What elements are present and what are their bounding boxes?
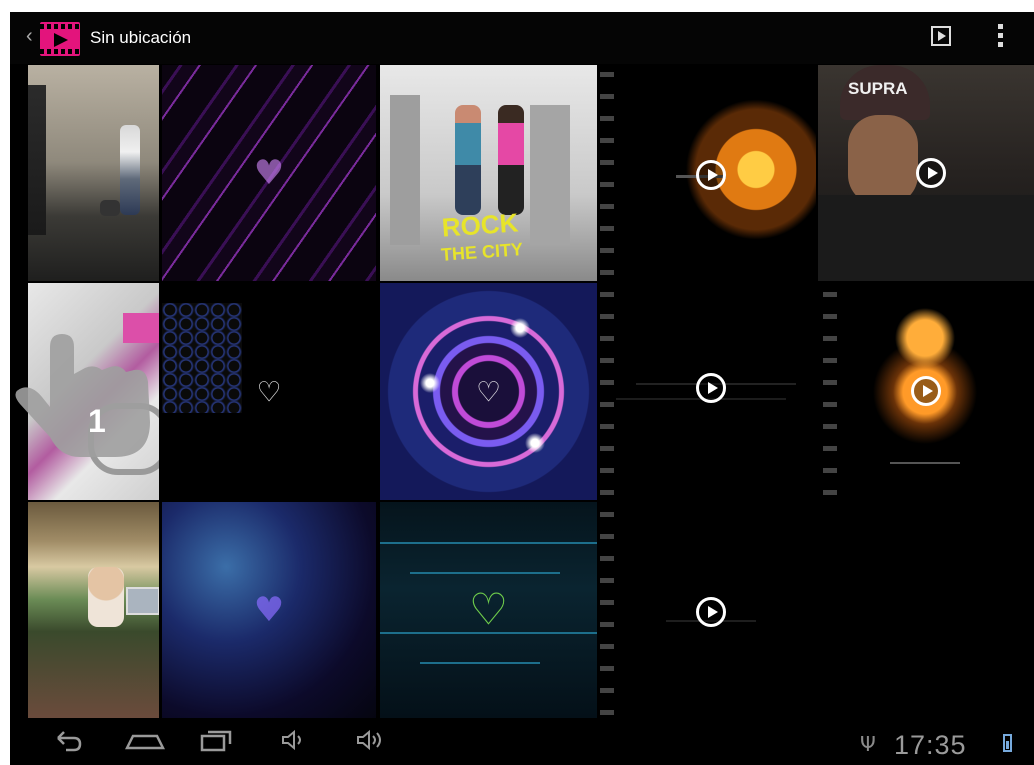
chevron-left-icon[interactable]: ‹ — [26, 26, 33, 46]
heart-icon: ♡ — [475, 375, 502, 408]
gallery-screen: ‹ Sin ubicación ♥ ♡ ♥ ROCK THE CITY ♡ ♡ … — [10, 12, 1034, 765]
video-thumbnail[interactable] — [840, 302, 1010, 482]
wallpaper-thumbnail[interactable]: ♥ — [162, 65, 376, 281]
video-thumbnail[interactable] — [616, 65, 816, 255]
heart-icon: ♥ — [253, 590, 285, 630]
photo-thumbnail[interactable] — [28, 502, 159, 718]
tap-step-number: 1 — [88, 403, 106, 439]
heart-icon: ♡ — [256, 375, 282, 408]
album-title: Sin ubicación — [90, 28, 192, 47]
wallpaper-thumbnail[interactable]: ♡ — [380, 283, 597, 500]
volume-up-icon[interactable] — [355, 728, 389, 759]
photo-thumbnail[interactable]: ROCK THE CITY — [380, 65, 597, 281]
play-icon[interactable] — [696, 597, 726, 627]
filmstrip-border — [600, 65, 614, 715]
tap-hand-icon: 1 — [15, 334, 151, 457]
clock: 17:35 — [894, 730, 967, 760]
video-gallery-icon[interactable] — [40, 22, 80, 56]
system-nav-bar: Ψ 17:35 — [10, 720, 1034, 765]
play-icon[interactable] — [911, 376, 941, 406]
video-thumbnail[interactable] — [616, 532, 816, 682]
recent-apps-icon[interactable] — [200, 728, 234, 759]
back-arrow-icon[interactable] — [52, 728, 82, 759]
wallpaper-thumbnail[interactable]: ♡ — [162, 283, 376, 500]
video-thumbnail[interactable] — [616, 283, 816, 473]
home-icon[interactable] — [124, 728, 166, 759]
slideshow-play-icon[interactable] — [931, 26, 951, 46]
volume-down-icon[interactable] — [280, 728, 310, 759]
cap-text: SUPRA — [848, 79, 908, 98]
battery-icon — [1003, 734, 1012, 752]
wallpaper-thumbnail[interactable]: ♡ — [380, 502, 597, 718]
play-icon[interactable] — [696, 373, 726, 403]
play-icon[interactable] — [916, 158, 946, 188]
overflow-menu-icon[interactable] — [995, 24, 1005, 50]
usb-icon: Ψ — [860, 732, 876, 756]
video-thumbnail[interactable]: SUPRA — [818, 65, 1034, 281]
play-icon[interactable] — [696, 160, 726, 190]
wallpaper-thumbnail[interactable]: ♥ — [162, 502, 376, 718]
heart-icon: ♥ — [253, 153, 285, 193]
action-bar: ‹ Sin ubicación — [10, 12, 1034, 64]
poster-caption: ROCK THE CITY — [440, 207, 524, 265]
heart-icon: ♡ — [468, 584, 509, 636]
photo-thumbnail[interactable] — [28, 65, 159, 281]
